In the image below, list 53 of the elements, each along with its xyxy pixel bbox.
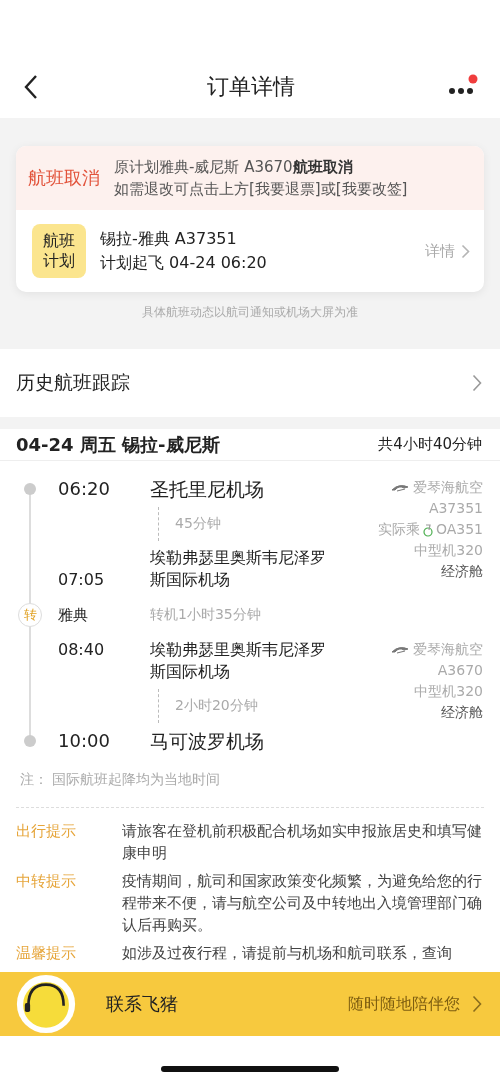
contact-label: 联系飞猪 <box>106 992 179 1016</box>
tip-label: 出行提示 <box>16 821 77 842</box>
airline-name: 爱琴海航空 <box>391 477 483 498</box>
chevron-right-icon <box>461 243 470 259</box>
transfer-duration: 转机1小时35分钟 <box>150 606 261 624</box>
tip-label: 中转提示 <box>16 871 77 892</box>
alert-text: 原计划雅典-威尼斯 A3670航班取消 <box>114 157 354 178</box>
route-text: 锡拉-雅典 A37351 <box>100 228 238 250</box>
airport-name: 埃勒弗瑟里奥斯韦尼泽罗斯国际机场 <box>150 547 327 591</box>
flight-duration: 45分钟 <box>158 507 221 541</box>
airline-name: 爱琴海航空 <box>391 639 483 660</box>
contact-bar[interactable]: 联系飞猪 随时随地陪伴您 <box>0 972 500 1036</box>
time-text: 06:20 <box>57 477 111 501</box>
history-row[interactable]: 历史航班跟踪 <box>0 349 500 417</box>
timeline-dot <box>24 483 36 495</box>
page-title: 订单详情 <box>206 73 296 101</box>
airport-name: 圣托里尼机场 <box>150 477 265 501</box>
airline-logo-icon <box>391 644 409 655</box>
time-text: 08:40 <box>57 639 106 661</box>
time-text: 07:05 <box>57 569 106 591</box>
tip-label: 温馨提示 <box>16 943 77 964</box>
time-text: 10:00 <box>57 729 111 753</box>
tip-text: 如涉及过夜行程，请提前与机场和航司联系，查询 <box>122 943 453 964</box>
alert-text: 如需退改可点击上方[我要退票]或[我要改签] <box>114 179 408 200</box>
flight-number: A3670 <box>437 661 483 680</box>
airline-logo-icon <box>391 482 409 493</box>
departure-text: 计划起飞 04-24 06:20 <box>100 252 268 274</box>
cabin-class: 经济舱 <box>441 562 483 581</box>
history-label: 历史航班跟踪 <box>16 370 130 395</box>
transfer-city: 雅典 <box>57 605 89 625</box>
plan-badge: 航班计划 <box>32 224 86 278</box>
aircraft-type: 中型机320 <box>414 541 483 560</box>
operating-flight: 实际乘 OA351 <box>377 520 483 539</box>
transfer-badge: 转 <box>18 603 42 627</box>
flight-duration: 2小时20分钟 <box>158 689 258 723</box>
tip-text: 疫情期间，航司和国家政策变化频繁，为避免给您的行程带来不便，请与航空公司及中转地出入境管理部门确认后再购买。 <box>122 871 482 936</box>
aircraft-type: 中型机320 <box>414 682 483 701</box>
airport-name: 马可波罗机场 <box>150 729 265 753</box>
notice-text: 具体航班动态以航司通知或机场大屏为准 <box>142 304 358 321</box>
airport-name: 埃勒弗瑟里奥斯韦尼泽罗斯国际机场 <box>150 639 327 683</box>
tip-text: 请旅客在登机前积极配合机场如实申报旅居史和填写健康申明 <box>122 821 482 864</box>
headset-avatar-icon <box>16 974 76 1034</box>
back-icon[interactable] <box>24 74 38 100</box>
alert-label: 航班取消 <box>28 166 100 190</box>
chevron-right-icon <box>472 995 482 1013</box>
slogan-text: 随时随地陪伴您 <box>348 993 460 1015</box>
cabin-class: 经济舱 <box>441 703 483 722</box>
chevron-right-icon <box>472 374 482 392</box>
total-duration: 共4小时40分钟 <box>378 435 482 454</box>
time-note: 注： 国际航班起降均为当地时间 <box>19 770 222 789</box>
trip-title: 04-24 周五 锡拉-威尼斯 <box>16 432 220 457</box>
flight-number: A37351 <box>428 499 483 518</box>
timeline-dot <box>24 735 36 747</box>
